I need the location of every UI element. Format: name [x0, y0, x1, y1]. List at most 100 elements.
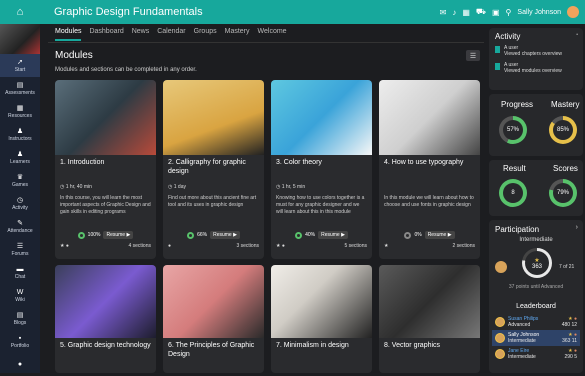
learners-icon: ♟ — [16, 150, 24, 158]
sidebar-item-blogs[interactable]: ▤ Blogs — [0, 307, 40, 330]
avatar — [495, 333, 505, 343]
sidebar-item-instructors[interactable]: ♟ Instructors — [0, 123, 40, 146]
sidebar-item-label: Start — [14, 66, 26, 73]
progress-value: 0% — [414, 232, 422, 238]
progress-label: Progress — [501, 100, 534, 109]
tab-modules[interactable]: Modules — [55, 28, 82, 41]
sidebar-item-label: Attendance — [7, 227, 33, 234]
cart-icon[interactable]: ⛟ — [476, 7, 486, 17]
progress-value: 100% — [87, 232, 101, 238]
activity-item[interactable]: A user Viewed chapters overview — [495, 45, 577, 57]
progress-ring-icon — [77, 231, 85, 239]
module-description: Knowing how to use colors together is a … — [276, 195, 365, 215]
module-title: 8. Vector graphics — [384, 342, 441, 349]
avatar[interactable] — [567, 6, 579, 18]
module-card[interactable]: 6. The Principles of Graphic Design — [163, 265, 264, 373]
module-title: 1. Introduction — [60, 159, 105, 166]
leaderboard-row[interactable]: Jane Eire Intermediate ★ ● 290 5 — [492, 346, 580, 362]
star-icon: ★ — [534, 257, 540, 264]
scores-label: Scores — [553, 164, 578, 173]
scores-gauge: 79% — [549, 179, 577, 207]
attendance-icon: ✎ — [17, 219, 23, 227]
tab-groups[interactable]: Groups — [194, 28, 217, 41]
search-icon[interactable]: ⚲ — [506, 8, 512, 17]
tab-welcome[interactable]: Welcome — [258, 28, 287, 41]
sidebar-item-label: Activity — [12, 204, 28, 211]
sidebar-item-chat[interactable]: ▬ Chat — [0, 261, 40, 284]
badge-icons: ★ ● — [276, 243, 285, 249]
bell-icon[interactable]: ♪ — [452, 8, 456, 17]
calendar-icon[interactable]: ▣ — [492, 8, 500, 17]
user-name[interactable]: Sally Johnson — [517, 9, 561, 16]
leaderboard-row[interactable]: Susan Philips Advanced ★ ● 480 12 — [492, 314, 580, 330]
module-image — [55, 80, 156, 155]
badge-icons: ★ ● — [60, 243, 69, 249]
activity-item[interactable]: A user Viewed modules overview — [495, 62, 577, 74]
sidebar-item-label: Portfolio — [10, 342, 30, 349]
resume-button[interactable]: Resume ▶ — [424, 231, 455, 239]
progress-panel: Progress Mastery 57% 85% — [489, 94, 583, 156]
module-image — [163, 80, 264, 155]
sidebar-item-forums[interactable]: ☰ Forums — [0, 238, 40, 261]
sidebar-item-assessments[interactable]: ▤ Assessments — [0, 77, 40, 100]
user-avatar — [495, 261, 507, 273]
module-image — [379, 265, 480, 338]
section-count: 3 sections — [236, 243, 259, 249]
resume-button[interactable]: Resume ▶ — [210, 231, 240, 239]
sidebar-item-label: Games — [11, 181, 29, 188]
sidebar-item-resources[interactable]: ▦ Resources — [0, 100, 40, 123]
tab-news[interactable]: News — [132, 28, 150, 41]
sidebar-item-activity[interactable]: ◷ Activity — [0, 192, 40, 215]
notification-icon[interactable]: ✉ — [440, 8, 447, 17]
sidebar-item-wiki[interactable]: W Wiki — [0, 284, 40, 307]
course-title: Graphic Design Fundamentals — [54, 6, 203, 18]
sidebar-item-games[interactable]: ♛ Games — [0, 169, 40, 192]
module-card[interactable]: 7. Minimalism in design — [271, 265, 372, 373]
avatar — [495, 349, 505, 359]
result-panel: Result Scores 8 79% — [489, 160, 583, 216]
module-card[interactable]: 3. Color theory ◷ 1 hr, 5 min Knowing ho… — [271, 80, 372, 259]
module-card[interactable]: 8. Vector graphics — [379, 265, 480, 373]
home-icon[interactable]: ⌂ — [0, 0, 40, 24]
grid-icon[interactable]: ▦ — [462, 8, 470, 17]
wiki-icon: W — [16, 288, 24, 296]
module-duration: ◷ 1 hr, 5 min — [276, 184, 306, 190]
activity-title: Activity — [495, 32, 521, 41]
page-title: Modules — [55, 50, 93, 61]
result-gauge: 8 — [499, 179, 527, 207]
tab-mastery[interactable]: Mastery — [225, 28, 250, 41]
clock-icon: ◷ — [16, 196, 24, 204]
rocket-icon: ➚ — [17, 58, 23, 66]
module-card[interactable]: 2. Calligraphy for graphic design ◷ 1 da… — [163, 80, 264, 259]
sidebar-item-learners[interactable]: ♟ Learners — [0, 146, 40, 169]
tab-bar: Modules Dashboard News Calendar Groups Master… — [55, 28, 287, 41]
progress-ring-icon — [404, 231, 412, 239]
module-card[interactable]: 5. Graphic design technology — [55, 265, 156, 373]
tab-dashboard[interactable]: Dashboard — [89, 28, 123, 41]
menu-icon[interactable]: ☰ — [466, 50, 480, 61]
badge-icons: ★ — [384, 243, 389, 249]
module-title: 3. Color theory — [276, 159, 322, 166]
mastery-label: Mastery — [551, 100, 580, 109]
rank-label: 7 of 21 — [559, 264, 575, 270]
resume-button[interactable]: Resume ▶ — [318, 231, 348, 239]
progress-ring-icon — [187, 231, 195, 239]
resume-button[interactable]: Resume ▶ — [103, 231, 134, 239]
points-gauge: ★ 363 — [522, 248, 552, 278]
module-card[interactable]: 4. How to use typography In this module … — [379, 80, 480, 259]
forum-icon: ☰ — [16, 242, 24, 250]
sidebar-item-attendance[interactable]: ✎ Attendance — [0, 215, 40, 238]
leaderboard-row[interactable]: Sally Johnson Intermediate ★ ● 363 11 — [492, 330, 580, 346]
points-value: 363 — [531, 263, 542, 270]
sidebar-item-label: Learners — [10, 158, 30, 165]
module-title: 7. Minimalism in design — [276, 342, 349, 349]
sidebar-item-start[interactable]: ➚ Start — [0, 54, 40, 77]
activity-panel: Activity • A user Viewed chapters overvie… — [489, 28, 583, 90]
sidebar-item-portfolio[interactable]: ▪ Portfolio — [0, 330, 40, 353]
tab-calendar[interactable]: Calendar — [157, 28, 185, 41]
section-count: 4 sections — [128, 243, 151, 249]
chevron-right-icon[interactable]: › — [576, 224, 578, 231]
sidebar-item-label: Forums — [11, 250, 29, 257]
module-card[interactable]: 1. Introduction ◷ 1 hr, 40 min In this c… — [55, 80, 156, 259]
module-image — [271, 80, 372, 155]
